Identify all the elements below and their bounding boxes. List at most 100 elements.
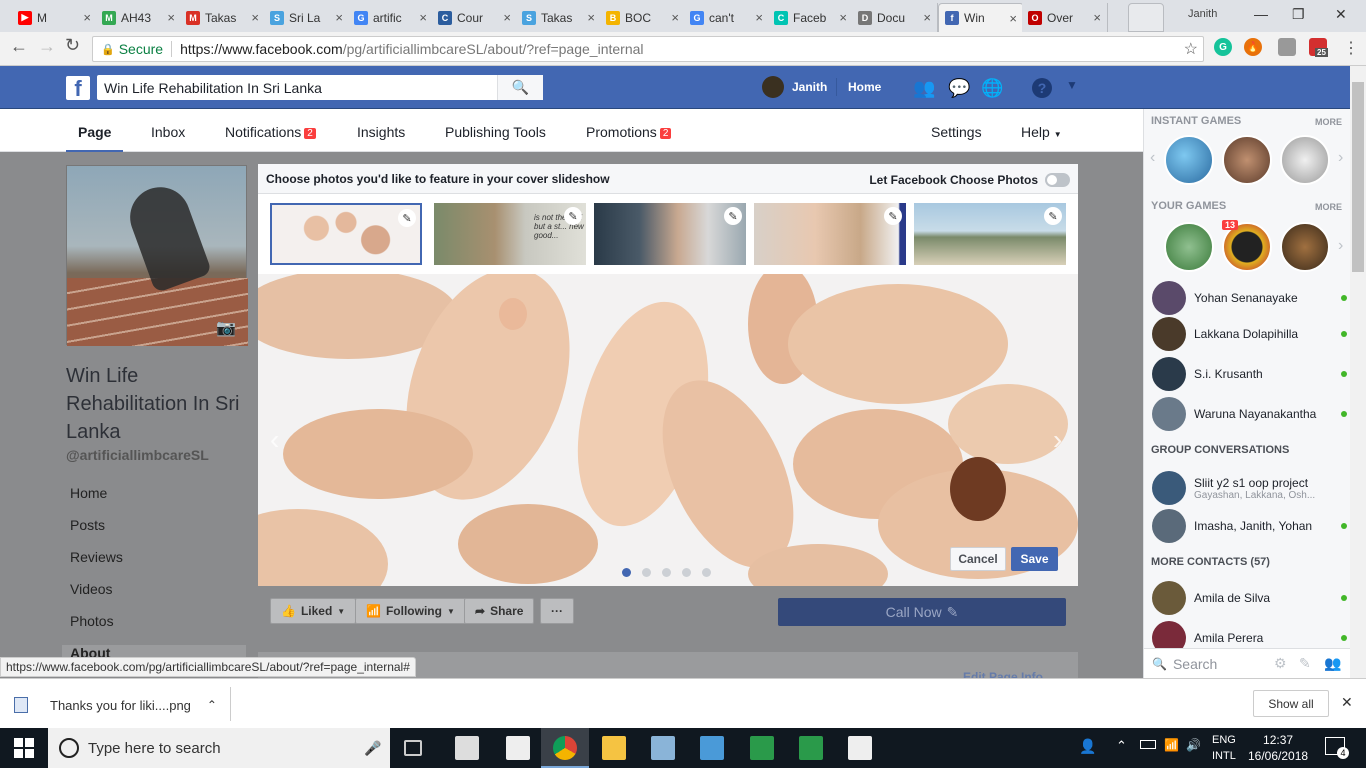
slide-dot-5[interactable] bbox=[702, 568, 711, 577]
battery-icon[interactable] bbox=[1140, 740, 1156, 749]
slide-dot-3[interactable] bbox=[662, 568, 671, 577]
close-window-icon[interactable]: ✕ bbox=[1335, 6, 1347, 23]
system-clock[interactable]: 12:37 16/06/2018 bbox=[1248, 732, 1308, 764]
bookmark-star-icon[interactable]: ☆ bbox=[1184, 39, 1198, 59]
tab-close-icon[interactable]: × bbox=[419, 10, 427, 25]
facebook-logo-icon[interactable]: f bbox=[66, 76, 90, 100]
auto-choose-toggle[interactable] bbox=[1045, 173, 1070, 187]
photos-app-icon[interactable] bbox=[651, 736, 675, 760]
mail-icon[interactable] bbox=[455, 736, 479, 760]
edit-pencil-icon[interactable]: ✎ bbox=[884, 207, 902, 225]
friend-requests-icon[interactable]: 👥 bbox=[913, 78, 935, 99]
edit-pencil-icon[interactable]: ✎ bbox=[1044, 207, 1062, 225]
sticky-notes-icon[interactable] bbox=[506, 736, 530, 760]
tab-close-icon[interactable]: × bbox=[167, 10, 175, 25]
browser-tab[interactable]: ▶ M × bbox=[12, 3, 98, 32]
messenger-icon[interactable]: 💬 bbox=[948, 78, 970, 99]
omnibox[interactable]: 🔒 Secure https://www.facebook.com/pg/art… bbox=[92, 36, 1204, 62]
tab-help[interactable]: Help ▼ bbox=[1021, 124, 1062, 140]
more-options-button[interactable]: ··· bbox=[540, 598, 574, 624]
chrome-icon[interactable] bbox=[553, 736, 577, 760]
slideshow-thumb-1[interactable]: ✎ bbox=[270, 203, 422, 265]
slide-dot-2[interactable] bbox=[642, 568, 651, 577]
people-icon[interactable]: 👤 bbox=[1079, 738, 1096, 755]
forward-icon[interactable]: → bbox=[38, 36, 56, 57]
instant-game-1[interactable] bbox=[1164, 135, 1214, 185]
language-indicator[interactable]: ENG INTL bbox=[1212, 732, 1236, 764]
browser-tab[interactable]: Gartific × bbox=[348, 3, 434, 32]
tray-up-chevron-icon[interactable]: ⌃ bbox=[1116, 738, 1127, 754]
reload-icon[interactable]: ↻ bbox=[65, 35, 80, 56]
edit-pencil-icon[interactable]: ✎ bbox=[398, 209, 416, 227]
search-button[interactable]: 🔍 bbox=[497, 75, 543, 100]
edit-pencil-icon[interactable]: ✎ bbox=[564, 207, 582, 225]
page-handle[interactable]: @artificiallimbcareSL bbox=[66, 447, 209, 463]
browser-tab[interactable]: O Over × bbox=[1022, 3, 1108, 32]
cover-photo-preview[interactable]: ‹ › Cancel Save bbox=[258, 274, 1078, 586]
close-downloads-icon[interactable]: ✕ bbox=[1341, 694, 1353, 711]
task-view-icon[interactable] bbox=[404, 740, 422, 756]
taskbar-search-input[interactable]: Type here to search 🎤 bbox=[48, 728, 390, 768]
tab-notifications[interactable]: Notifications 2 bbox=[225, 124, 316, 140]
browser-tab[interactable]: f Win × bbox=[938, 3, 1024, 32]
slideshow-thumb-3[interactable]: ✎ bbox=[594, 203, 746, 265]
cancel-button[interactable]: Cancel bbox=[950, 547, 1006, 571]
chrome-menu-icon[interactable]: ⋮ bbox=[1343, 38, 1359, 58]
grammarly-extension-icon[interactable]: G bbox=[1214, 38, 1232, 56]
slideshow-thumb-5[interactable]: ✎ bbox=[914, 203, 1066, 265]
your-game-3[interactable] bbox=[1280, 222, 1330, 272]
cube-extension-icon[interactable] bbox=[1278, 38, 1296, 56]
tab-close-icon[interactable]: × bbox=[587, 10, 595, 25]
your-game-1[interactable] bbox=[1164, 222, 1214, 272]
your-game-8-ball[interactable]: 13 bbox=[1222, 220, 1272, 272]
maximize-icon[interactable]: ❐ bbox=[1292, 6, 1305, 23]
contact-item[interactable]: Waruna Nayanakantha bbox=[1152, 397, 1347, 431]
slideshow-thumb-2[interactable]: is not the end but a st... new good... ✎ bbox=[434, 203, 586, 265]
tab-page[interactable]: Page bbox=[66, 124, 124, 153]
profile-picture[interactable]: 📷 bbox=[66, 165, 248, 346]
tab-close-icon[interactable]: × bbox=[1093, 10, 1101, 25]
tab-close-icon[interactable]: × bbox=[923, 10, 931, 25]
wifi-icon[interactable]: 📶 bbox=[1164, 738, 1179, 752]
slideshow-thumb-4[interactable]: ✎ bbox=[754, 203, 906, 265]
page-scrollbar-thumb[interactable] bbox=[1352, 82, 1364, 272]
back-icon[interactable]: ← bbox=[10, 36, 28, 57]
your-games-next-icon[interactable]: › bbox=[1338, 237, 1343, 255]
contact-item[interactable]: Sliit y2 s1 oop project Gayashan, Lakkana… bbox=[1152, 471, 1347, 505]
share-button[interactable]: ➦ Share bbox=[464, 598, 535, 624]
fire-extension-icon[interactable]: 🔥 bbox=[1244, 38, 1262, 56]
page-title[interactable]: Win Life Rehabilitation In Sri Lanka bbox=[66, 362, 246, 446]
camera-icon[interactable]: 📷 bbox=[216, 318, 236, 338]
shield-extension-icon[interactable]: 25 bbox=[1309, 38, 1328, 57]
save-button[interactable]: Save bbox=[1011, 547, 1058, 571]
tab-promotions[interactable]: Promotions 2 bbox=[586, 124, 672, 140]
profile-link[interactable]: Janith bbox=[792, 80, 827, 94]
chat-search-input[interactable]: 🔍 Search ⚙ ✎ 👥 bbox=[1144, 648, 1350, 678]
browser-tab[interactable]: B BOC × bbox=[600, 3, 686, 32]
tab-insights[interactable]: Insights bbox=[357, 124, 405, 140]
tab-close-icon[interactable]: × bbox=[671, 10, 679, 25]
contact-item[interactable]: Imasha, Janith, Yohan bbox=[1152, 509, 1347, 543]
show-all-button[interactable]: Show all bbox=[1253, 690, 1329, 717]
tab-close-icon[interactable]: × bbox=[839, 10, 847, 25]
tab-close-icon[interactable]: × bbox=[755, 10, 763, 25]
browser-tab[interactable]: C Cour × bbox=[432, 3, 518, 32]
tab-close-icon[interactable]: × bbox=[503, 10, 511, 25]
browser-tab[interactable]: S Takas × bbox=[516, 3, 602, 32]
instant-games-more-link[interactable]: MORE bbox=[1315, 117, 1342, 127]
call-now-button[interactable]: Call Now ✎ bbox=[778, 598, 1066, 626]
instant-game-3[interactable] bbox=[1280, 135, 1330, 185]
tab-settings[interactable]: Settings bbox=[931, 124, 982, 140]
browser-tab[interactable]: C Faceb × bbox=[768, 3, 854, 32]
action-center-icon[interactable]: 4 bbox=[1325, 737, 1349, 759]
tab-close-icon[interactable]: × bbox=[335, 10, 343, 25]
instant-game-2[interactable] bbox=[1222, 135, 1272, 185]
microphone-icon[interactable]: 🎤 bbox=[364, 740, 381, 757]
liked-button[interactable]: 👍 Liked ▼ bbox=[270, 598, 357, 624]
minimize-icon[interactable]: — bbox=[1254, 6, 1268, 22]
browser-tab[interactable]: M AH43 × bbox=[96, 3, 182, 32]
new-tab-button[interactable] bbox=[1128, 3, 1164, 32]
chat-settings-gear-icon[interactable]: ⚙ bbox=[1274, 655, 1287, 672]
excel-archive-icon[interactable] bbox=[750, 736, 774, 760]
left-nav-home[interactable]: Home bbox=[70, 485, 107, 501]
